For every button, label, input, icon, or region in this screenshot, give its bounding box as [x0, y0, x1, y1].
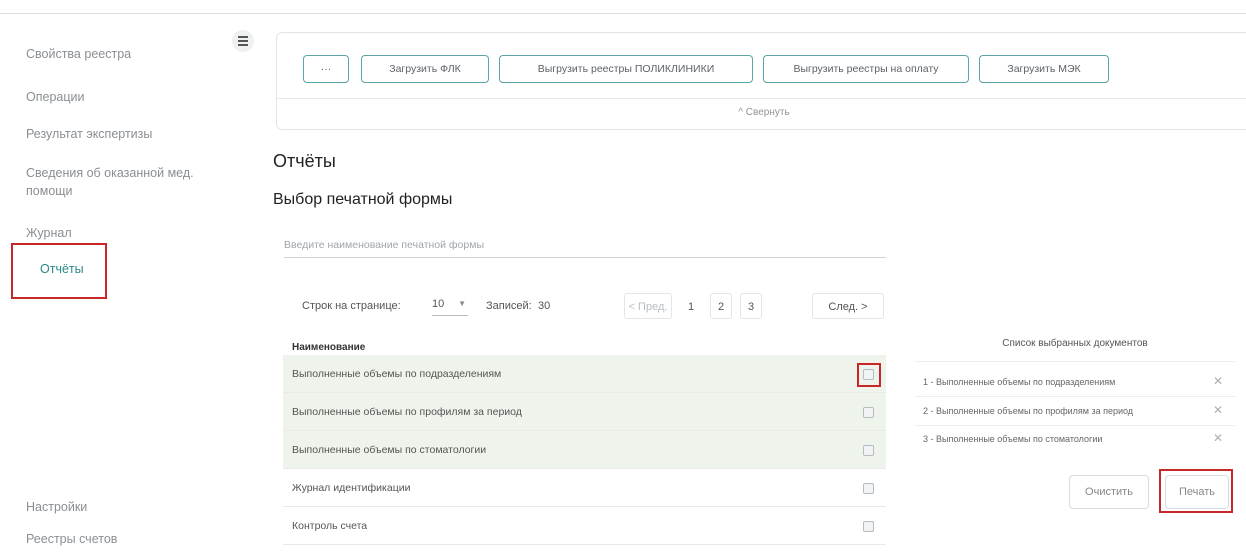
page-button-3[interactable]: 3	[740, 293, 762, 319]
export-polyclinic-registries-button[interactable]: Выгрузить реестры ПОЛИКЛИНИКИ	[499, 55, 753, 83]
upload-flk-button[interactable]: Загрузить ФЛК	[361, 55, 489, 83]
toolbar-divider	[277, 98, 1246, 99]
print-forms-table: Наименование Выполненные объемы по подра…	[283, 337, 886, 545]
table-row[interactable]: Контроль счета	[283, 507, 886, 545]
export-payment-registries-button[interactable]: Выгрузить реестры на оплату	[763, 55, 969, 83]
sidebar-item-journal[interactable]: Журнал	[26, 224, 72, 242]
row-checkbox[interactable]	[863, 483, 874, 494]
table-row[interactable]: Выполненные объемы по подразделениям	[283, 355, 886, 393]
next-page-button[interactable]: След. >	[812, 293, 884, 319]
remove-doc-icon[interactable]: ✕	[1213, 374, 1223, 388]
toolbar-panel: ··· Загрузить ФЛК Выгрузить реестры ПОЛИ…	[276, 32, 1246, 130]
page-button-1[interactable]: 1	[680, 293, 702, 319]
selected-doc-item: 2 - Выполненные объемы по профилям за пе…	[923, 406, 1134, 416]
row-name: Журнал идентификации	[292, 482, 411, 494]
selected-doc-item: 1 - Выполненные объемы по подразделениям	[923, 377, 1116, 387]
sidebar-reports-highlight	[11, 243, 107, 299]
rows-per-page-select[interactable]: 10 ▼	[432, 294, 468, 316]
pagination-bar: Строк на странице: 10 ▼ Записей: 30 < Пр…	[302, 292, 892, 322]
rows-per-page-value: 10	[432, 298, 445, 310]
table-row[interactable]: Журнал идентификации	[283, 469, 886, 507]
table-row[interactable]: Выполненные объемы по профилям за период	[283, 393, 886, 431]
chevron-down-icon: ▼	[458, 299, 466, 308]
menu-icon[interactable]	[232, 30, 254, 52]
row-name: Выполненные объемы по подразделениям	[292, 368, 502, 380]
page-title: Отчёты	[273, 151, 336, 171]
rows-per-page-label: Строк на странице:	[302, 300, 401, 312]
sidebar: Свойства реестра Операции Результат эксп…	[0, 14, 220, 553]
sidebar-item-operations[interactable]: Операции	[26, 88, 84, 106]
remove-doc-icon[interactable]: ✕	[1213, 431, 1223, 445]
collapse-toggle[interactable]: ^ Свернуть	[277, 107, 1246, 118]
sidebar-item-registry-properties[interactable]: Свойства реестра	[26, 45, 131, 63]
table-row[interactable]: Выполненные объемы по стоматологии	[283, 431, 886, 469]
records-value: 30	[538, 300, 551, 312]
page-button-2[interactable]: 2	[710, 293, 732, 319]
checkbox-highlight	[857, 363, 881, 387]
prev-page-button[interactable]: < Пред.	[624, 293, 672, 319]
sidebar-item-care-info[interactable]: Сведения об оказанной мед. помощи	[26, 164, 206, 200]
row-name: Выполненные объемы по стоматологии	[292, 444, 487, 456]
remove-doc-icon[interactable]: ✕	[1213, 403, 1223, 417]
doc-divider	[915, 425, 1235, 426]
records-label: Записей:	[486, 300, 532, 312]
row-checkbox[interactable]	[863, 521, 874, 532]
clear-button[interactable]: Очистить	[1069, 475, 1149, 509]
sidebar-item-settings[interactable]: Настройки	[26, 498, 87, 516]
sidebar-item-expertise-result[interactable]: Результат экспертизы	[26, 125, 152, 143]
table-header-name: Наименование	[292, 342, 366, 353]
selected-doc-item: 3 - Выполненные объемы по стоматологии	[923, 434, 1103, 444]
sidebar-item-invoice-registries[interactable]: Реестры счетов	[26, 530, 117, 548]
doc-divider	[915, 361, 1235, 362]
doc-divider	[915, 396, 1235, 397]
row-checkbox[interactable]	[863, 445, 874, 456]
row-name: Выполненные объемы по профилям за период	[292, 406, 522, 418]
print-form-search-input[interactable]	[284, 232, 886, 258]
selected-documents-title: Список выбранных документов	[1002, 338, 1148, 349]
upload-mek-button[interactable]: Загрузить МЭК	[979, 55, 1109, 83]
row-name: Контроль счета	[292, 520, 368, 532]
print-button-highlight	[1159, 469, 1233, 513]
page-subtitle: Выбор печатной формы	[273, 191, 453, 208]
more-button[interactable]: ···	[303, 55, 349, 83]
row-checkbox[interactable]	[863, 407, 874, 418]
